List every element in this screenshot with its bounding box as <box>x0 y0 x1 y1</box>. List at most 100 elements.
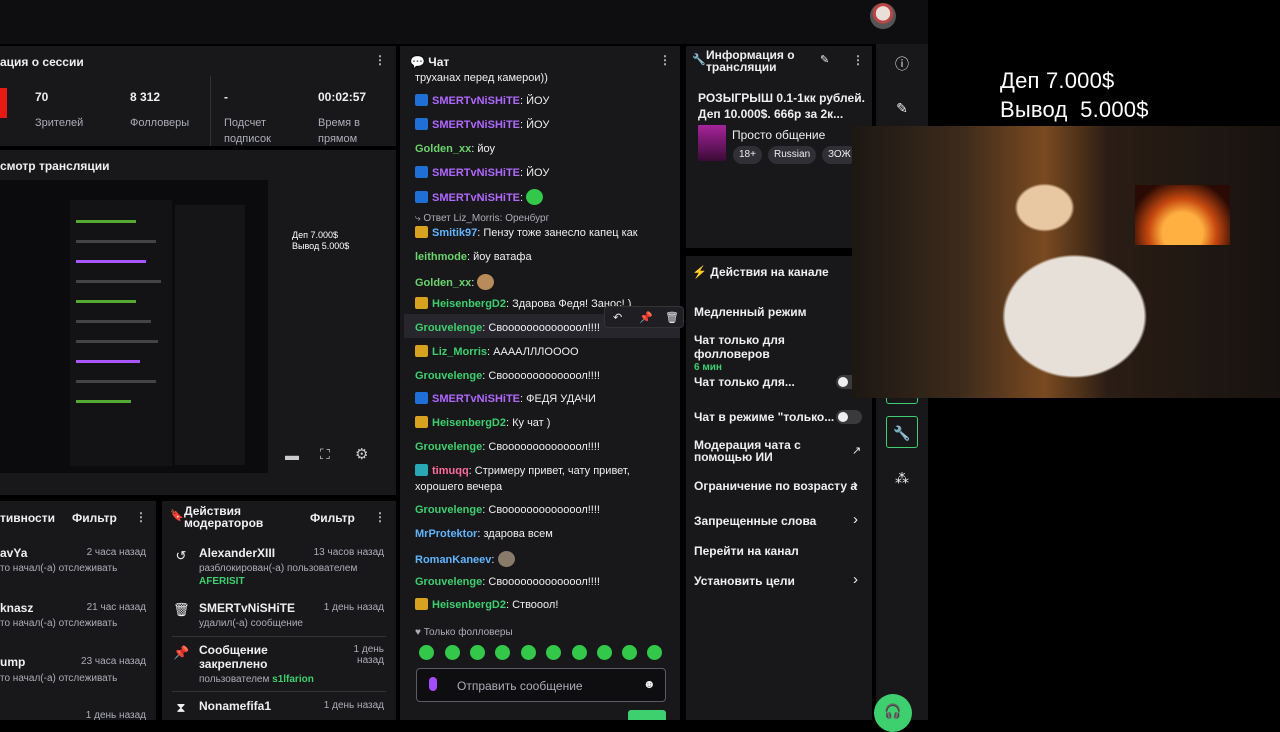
mod-action-desc: удалил(-а) сообщение <box>199 618 303 629</box>
chat-text-continued: хорошего вечера <box>415 481 503 493</box>
followers-only-row[interactable]: Чат только для фолловеров 6 мин <box>694 333 854 375</box>
chat-username[interactable]: Golden_xx <box>415 143 471 155</box>
ai-moderation-row[interactable]: Модерация чата с помощью ИИ <box>694 439 804 463</box>
chat-username[interactable]: Golden_xx <box>415 277 471 289</box>
pin-icon: 📌 <box>173 645 190 660</box>
chat-username[interactable]: SMERTvNiSHiTE <box>432 119 520 131</box>
fullscreen-icon[interactable]: ⛶ <box>320 446 330 463</box>
emote-only-toggle[interactable] <box>836 410 862 424</box>
activity-more-icon[interactable]: ⋮ <box>135 510 147 524</box>
chat-username[interactable]: Grouvelenge <box>415 504 482 516</box>
wrench-icon[interactable]: 🔧 <box>886 416 918 448</box>
emote-icon[interactable] <box>622 645 637 660</box>
mod-action-user[interactable]: SMERTvNiSHiTE <box>199 601 295 615</box>
go-to-channel-row[interactable]: Перейти на канал <box>694 544 799 558</box>
chevron-right-icon[interactable]: › <box>853 571 858 588</box>
tag[interactable]: Russian <box>768 146 817 164</box>
category-name[interactable]: Просто общение <box>732 128 825 142</box>
chat-message: Golden_xx: йоу <box>415 143 496 155</box>
activity-user[interactable]: avYa <box>0 546 27 560</box>
age-restriction-row[interactable]: Ограничение по возрасту а <box>694 479 857 493</box>
mod-action-user[interactable]: AlexanderXIII <box>199 546 275 560</box>
pin-icon[interactable]: 📌 <box>639 311 653 324</box>
external-link-icon[interactable]: ↗ <box>852 444 861 457</box>
chat-more-icon[interactable]: ⋮ <box>659 53 671 67</box>
emote-icon[interactable] <box>521 645 536 660</box>
emote-icon[interactable] <box>572 645 587 660</box>
chat-username[interactable]: Liz_Morris <box>432 346 487 358</box>
chat-username[interactable]: RomanKaneev <box>415 554 491 566</box>
followers-only-notice: ♥ Только фолловеры <box>415 627 513 638</box>
badge-icon <box>415 94 428 106</box>
chat-message: MrProtektor: здарова всем <box>415 528 553 540</box>
more-icon[interactable]: ⋮ <box>374 53 386 67</box>
chat-username[interactable]: SMERTvNiSHiTE <box>432 192 520 204</box>
chat-username[interactable]: leithmode <box>415 251 467 263</box>
mod-action-user[interactable]: Nonamefifa1 <box>199 699 271 713</box>
emote-icon[interactable] <box>470 645 485 660</box>
emoji-icon[interactable]: ☻ <box>643 677 656 691</box>
reply-text: Ответ Liz_Morris: Оренбург <box>423 213 550 224</box>
chat-username[interactable]: SMERTvNiSHiTE <box>432 167 520 179</box>
stream-info-more-icon[interactable]: ⋮ <box>852 53 864 67</box>
preview-mini-panel <box>175 205 245 465</box>
chat-username[interactable]: Grouvelenge <box>415 370 482 382</box>
chat-username[interactable]: timuqq <box>432 465 469 477</box>
chat-username[interactable]: Grouvelenge <box>415 441 482 453</box>
user-avatar[interactable] <box>870 3 896 29</box>
chat-input-placeholder: Отправить сообщение <box>457 679 583 693</box>
emote-icon[interactable] <box>495 645 510 660</box>
drops-icon[interactable]: ⁂ <box>886 462 918 494</box>
emote-icon[interactable] <box>445 645 460 660</box>
chat-text: ЙОУ <box>526 95 550 107</box>
microphone-icon[interactable] <box>429 677 437 691</box>
chat-username[interactable]: HeisenbergD2 <box>432 599 506 611</box>
undo-icon[interactable]: ↶ <box>613 311 622 324</box>
emote-icon[interactable] <box>419 645 434 660</box>
emote-icon[interactable] <box>546 645 561 660</box>
banned-words-row[interactable]: Запрещенные слова <box>694 514 816 528</box>
chat-username[interactable]: Grouvelenge <box>415 576 482 588</box>
info-icon[interactable]: ⓘ <box>886 48 918 80</box>
chevron-right-icon[interactable]: › <box>853 511 858 528</box>
mod-actions-filter[interactable]: Фильтр <box>310 511 355 525</box>
chat-text: ААААЛЛЛОООО <box>493 346 579 358</box>
channel-actions-title-text: Действия на канале <box>710 265 829 279</box>
crown-badge-icon <box>415 297 428 309</box>
emote-icon[interactable] <box>647 645 662 660</box>
badge-icon <box>415 191 428 203</box>
delete-icon[interactable]: 🗑 <box>665 311 679 324</box>
chat-username[interactable]: SMERTvNiSHiTE <box>432 95 520 107</box>
set-goals-row[interactable]: Установить цели <box>694 574 795 588</box>
activity-user[interactable]: knasz <box>0 601 33 615</box>
chat-username[interactable]: HeisenbergD2 <box>432 298 506 310</box>
chat-message: SMERTvNiSHiTE: ЙОУ <box>415 94 549 108</box>
chat-username[interactable]: SMERTvNiSHiTE <box>432 393 520 405</box>
chat-input[interactable]: Отправить сообщение ☻ <box>416 668 666 702</box>
chat-send-button[interactable] <box>628 710 666 720</box>
mod-actions-more-icon[interactable]: ⋮ <box>374 510 386 524</box>
slow-mode-row[interactable]: Медленный режим <box>694 305 807 319</box>
chat-message: Liz_Morris: ААААЛЛЛОООО <box>415 345 579 359</box>
chat-text: Ку чат ) <box>512 417 551 429</box>
live-indicator <box>0 88 7 118</box>
emote-only-row[interactable]: Чат в режиме "только... <box>694 410 834 424</box>
mod-action-moderator[interactable]: AFERISIT <box>199 576 245 587</box>
clip-icon[interactable]: ▬ <box>285 447 299 463</box>
emote-icon <box>526 189 544 205</box>
chat-username[interactable]: HeisenbergD2 <box>432 417 506 429</box>
chat-username[interactable]: Smitik97 <box>432 227 477 239</box>
activity-user[interactable]: ump <box>0 655 25 669</box>
chat-username[interactable]: Grouvelenge <box>415 322 482 334</box>
activity-filter[interactable]: Фильтр <box>72 511 117 525</box>
chat-username[interactable]: MrProtektor <box>415 528 477 540</box>
edit-icon[interactable]: ✎ <box>820 53 829 66</box>
subs-only-row[interactable]: Чат только для... <box>694 375 795 389</box>
mod-action-moderator[interactable]: s1lfarion <box>272 674 314 685</box>
support-icon[interactable]: 🎧 <box>874 694 912 732</box>
tag[interactable]: 18+ <box>733 146 762 164</box>
emote-icon[interactable] <box>597 645 612 660</box>
settings-icon[interactable]: ⚙ <box>355 445 368 463</box>
pencil-icon[interactable]: ✎ <box>886 92 918 124</box>
chevron-right-icon[interactable]: › <box>853 476 858 493</box>
